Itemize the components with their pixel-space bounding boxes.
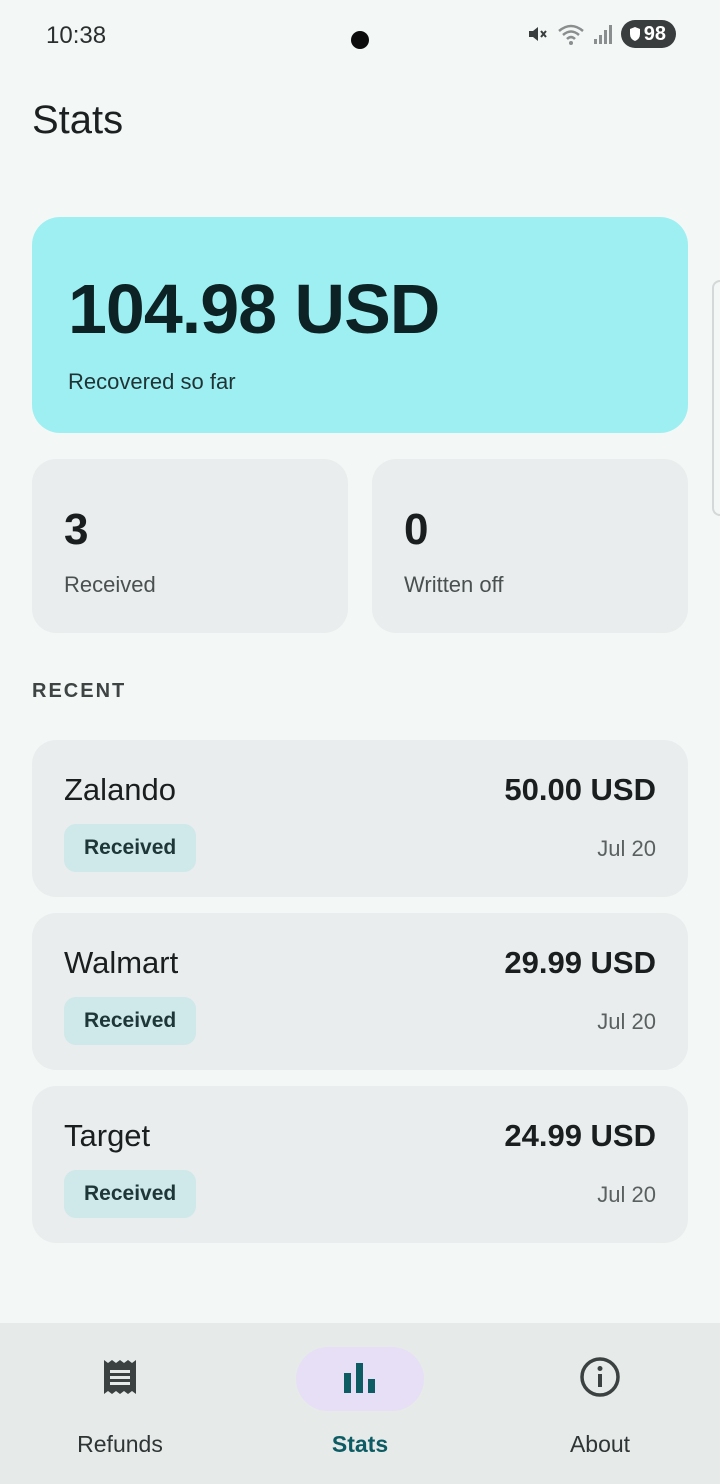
refund-date: Jul 20 [597, 1009, 656, 1034]
written-off-count: 0 [404, 505, 429, 554]
camera-cutout [351, 31, 369, 49]
page-title: Stats [32, 98, 124, 142]
status-bar: 10:38 98 [0, 0, 720, 72]
refund-amount: 29.99 USD [504, 945, 656, 980]
refund-merchant: Walmart [64, 945, 179, 980]
total-recovered-label: Recovered so far [68, 369, 236, 394]
nav-item-about[interactable]: About [480, 1323, 720, 1484]
bar-chart-icon [342, 1361, 378, 1398]
received-stat-card: 3 Received [32, 459, 348, 633]
nav-label-refunds: Refunds [77, 1431, 163, 1457]
total-recovered-card: 104.98 USD Recovered so far [32, 217, 688, 433]
status-time: 10:38 [46, 22, 107, 49]
nav-item-stats[interactable]: Stats [240, 1323, 480, 1484]
info-icon [579, 1356, 621, 1403]
received-label: Received [64, 572, 156, 597]
nav-indicator [536, 1347, 664, 1411]
mute-icon [525, 22, 549, 46]
list-item[interactable]: Walmart 29.99 USD Received Jul 20 [32, 913, 688, 1070]
refund-merchant: Target [64, 1118, 151, 1153]
recent-refund-list: Zalando 50.00 USD Received Jul 20 Walmar… [32, 740, 688, 1259]
status-badge: Received [64, 824, 197, 872]
refund-date: Jul 20 [597, 836, 656, 861]
nav-indicator [56, 1347, 184, 1411]
battery-indicator: 98 [620, 20, 676, 48]
refund-amount: 24.99 USD [504, 1118, 656, 1153]
bottom-navigation: Refunds Stats About [0, 1323, 720, 1484]
nav-item-refunds[interactable]: Refunds [0, 1323, 240, 1484]
list-item[interactable]: Target 24.99 USD Received Jul 20 [32, 1086, 688, 1243]
nav-label-about: About [569, 1431, 631, 1457]
status-badge: Received [64, 997, 197, 1045]
nav-indicator-active [296, 1347, 424, 1411]
status-badge: Received [64, 1170, 197, 1218]
edge-panel-handle[interactable] [712, 280, 720, 516]
wifi-icon [557, 22, 585, 46]
signal-icon [593, 23, 613, 45]
written-off-stat-card: 0 Written off [372, 459, 688, 633]
refund-merchant: Zalando [64, 772, 177, 807]
shield-icon [629, 27, 640, 41]
list-item[interactable]: Zalando 50.00 USD Received Jul 20 [32, 740, 688, 897]
battery-level: 98 [643, 22, 666, 45]
receipt-icon [100, 1357, 140, 1402]
received-count: 3 [64, 505, 89, 554]
written-off-label: Written off [404, 572, 504, 597]
recent-section-label: RECENT [32, 680, 127, 702]
refund-amount: 50.00 USD [504, 772, 656, 807]
status-icons: 98 [525, 20, 676, 48]
refund-date: Jul 20 [597, 1182, 656, 1207]
nav-label-stats: Stats [331, 1431, 389, 1457]
total-recovered-amount: 104.98 USD [68, 270, 440, 348]
